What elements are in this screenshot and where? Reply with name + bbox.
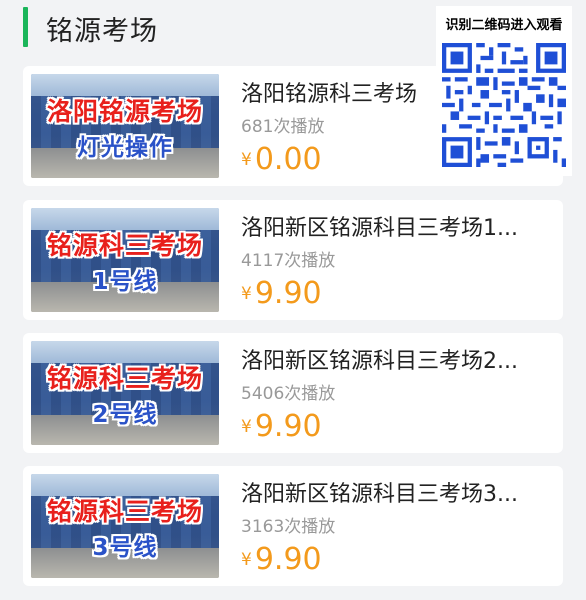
currency-symbol: ¥ [241,150,252,170]
thumbnail-caption-line2: 1号线 [92,269,158,295]
price-amount: 0.00 [254,142,322,177]
play-count: 5406次播放 [241,384,336,404]
video-thumbnail[interactable]: 洛阳铭源考场 灯光操作 [31,74,219,178]
video-price: ¥0.00 [241,142,322,177]
video-title[interactable]: 洛阳新区铭源科目三考场1... [241,210,551,242]
thumbnail-caption-line1: 铭源科三考场 [46,497,203,526]
video-thumbnail[interactable]: 铭源科三考场 1号线 [31,208,219,312]
thumbnail-caption-line2: 3号线 [92,535,158,561]
currency-symbol: ¥ [241,417,252,437]
section-accent-bar [23,7,28,47]
video-thumbnail[interactable]: 铭源科三考场 2号线 [31,341,219,445]
thumbnail-caption-line1: 铭源科三考场 [46,364,203,393]
video-card[interactable]: 铭源科三考场 3号线 洛阳新区铭源科目三考场3... 3163次播放 ¥9.90 [23,466,563,586]
video-card[interactable]: 铭源科三考场 2号线 洛阳新区铭源科目三考场2... 5406次播放 ¥9.90 [23,333,563,453]
qr-code-icon[interactable] [442,40,566,170]
video-card[interactable]: 铭源科三考场 1号线 洛阳新区铭源科目三考场1... 4117次播放 ¥9.90 [23,200,563,320]
play-count: 3163次播放 [241,517,336,537]
section-title: 铭源考场 [46,16,158,47]
price-amount: 9.90 [254,409,322,444]
qr-code-panel[interactable]: 识别二维码进入观看 [436,6,572,176]
thumbnail-caption-line2: 灯光操作 [77,135,173,161]
price-amount: 9.90 [254,276,322,311]
price-amount: 9.90 [254,542,322,577]
video-thumbnail[interactable]: 铭源科三考场 3号线 [31,474,219,578]
thumbnail-caption-line1: 洛阳铭源考场 [46,97,203,126]
video-price: ¥9.90 [241,542,322,577]
currency-symbol: ¥ [241,550,252,570]
video-price: ¥9.90 [241,409,322,444]
video-title[interactable]: 洛阳新区铭源科目三考场3... [241,476,551,508]
qr-code-caption: 识别二维码进入观看 [445,18,563,33]
video-price: ¥9.90 [241,276,322,311]
thumbnail-caption-line1: 铭源科三考场 [46,231,203,260]
currency-symbol: ¥ [241,284,252,304]
video-title[interactable]: 洛阳新区铭源科目三考场2... [241,343,551,375]
thumbnail-caption-line2: 2号线 [92,402,158,428]
play-count: 681次播放 [241,117,325,137]
play-count: 4117次播放 [241,251,336,271]
